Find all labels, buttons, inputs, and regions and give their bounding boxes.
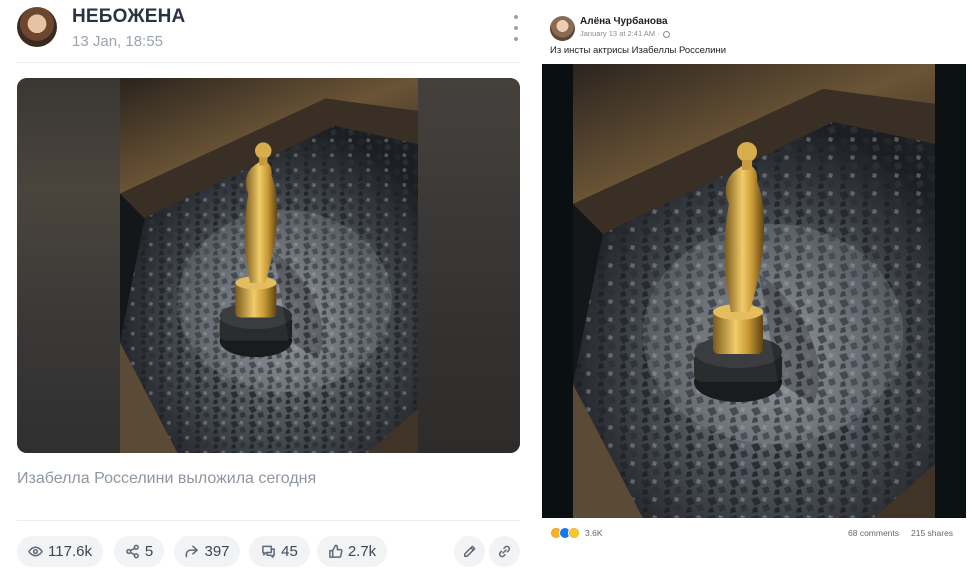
likes-count: 2.7k [347,543,377,560]
post-date[interactable]: January 13 at 2:41 AM · [580,29,670,38]
image-letterbox-right [935,64,966,518]
globe-icon [662,30,670,38]
link-icon [498,545,511,558]
author-name[interactable]: НЕБОЖЕНА [72,6,185,28]
post-text: Из инсты актрисы Изабеллы Росселини [550,45,727,56]
comments-link[interactable]: 68 comments [848,528,899,538]
image-blur-left [17,78,120,453]
post-actions: 117.6k 5 397 45 2.7k [17,536,520,567]
header-divider [17,62,520,63]
author-avatar[interactable] [17,7,57,47]
eye-icon [28,546,43,557]
post-caption: Изабелла Росселини выложила сегодня [17,470,317,487]
oscar-statuette-photo [120,78,418,453]
views-counter[interactable]: 117.6k [17,536,103,567]
reactions-count: 3.6K [585,527,603,538]
image-letterbox-left [542,64,573,518]
comments-count: 45 [281,543,298,560]
author-name[interactable]: Алёна Чурбанова [580,16,668,27]
share-button[interactable]: 5 [114,536,164,567]
post-date[interactable]: 13 Jan, 18:55 [72,33,163,50]
right-post-card: Алёна Чурбанова January 13 at 2:41 AM · … [542,0,974,568]
reactions-summary[interactable]: 3.6K [550,526,603,539]
author-avatar[interactable] [550,16,575,41]
reposts-count: 397 [204,543,230,560]
comments-icon [262,545,276,558]
post-date-text: January 13 at 2:41 AM · [580,29,662,38]
post-image[interactable] [17,78,520,453]
image-blur-right [418,78,520,453]
thumbs-up-icon [328,544,343,558]
more-vertical-icon[interactable] [509,15,523,41]
oscar-statuette-photo [573,64,935,518]
footer-divider [17,520,520,521]
left-post-card: НЕБОЖЕНА 13 Jan, 18:55 Изабелла Росселин… [0,0,540,568]
share-icon [125,544,139,559]
like-button[interactable]: 2.7k [317,536,387,567]
post-image[interactable] [542,64,966,518]
views-count: 117.6k [48,543,92,560]
copy-link-button[interactable] [489,536,520,567]
comments-button[interactable]: 45 [249,536,310,567]
shares-count: 5 [144,543,154,560]
wow-emoji-icon [568,526,580,539]
repost-button[interactable]: 397 [174,536,240,567]
repost-icon [186,545,199,558]
shares-link[interactable]: 215 shares [911,528,953,538]
pencil-icon [464,545,476,557]
edit-button[interactable] [454,536,485,567]
